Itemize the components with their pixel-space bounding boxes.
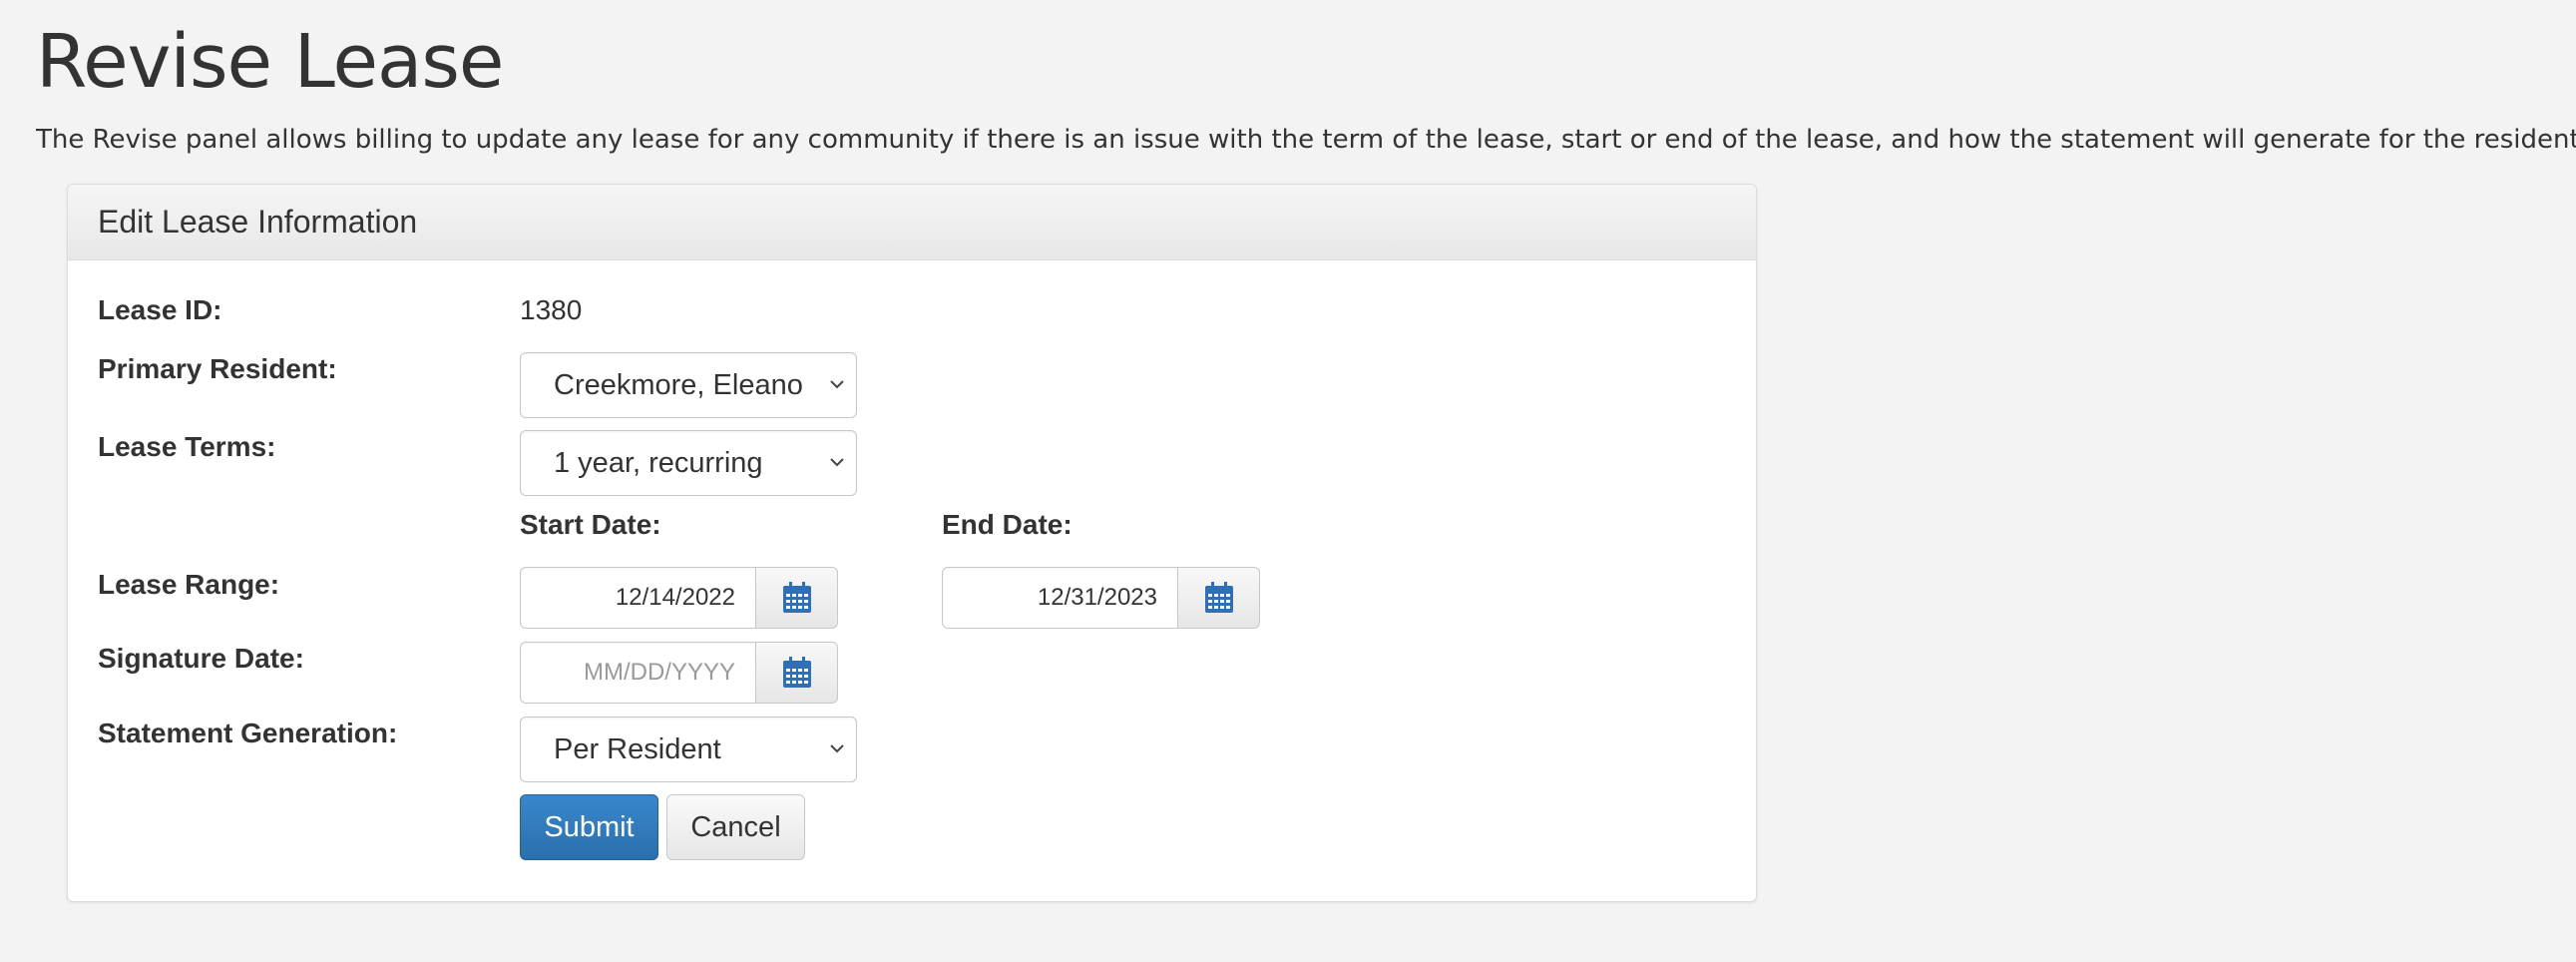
calendar-icon — [782, 582, 811, 613]
statement-generation-selected: Per Resident — [554, 732, 721, 765]
statement-generation-select[interactable]: Per Resident — [520, 717, 857, 782]
page-title: Revise Lease — [36, 19, 504, 105]
calendar-icon — [1204, 582, 1233, 613]
chevron-down-icon — [830, 744, 844, 753]
signature-date-input[interactable]: MM/DD/YYYY — [520, 642, 756, 704]
start-date-input[interactable]: 12/14/2022 — [520, 567, 756, 629]
end-date-calendar-button[interactable] — [1178, 567, 1260, 629]
lease-terms-select[interactable]: 1 year, recurring — [520, 430, 857, 496]
start-date-group: 12/14/2022 — [520, 567, 838, 629]
edit-lease-panel: Edit Lease Information Lease ID: 1380 Pr… — [67, 184, 1757, 902]
end-date-label: End Date: — [942, 509, 1073, 540]
cancel-button[interactable]: Cancel — [666, 794, 805, 860]
calendar-icon — [782, 657, 811, 688]
page: Revise Lease The Revise panel allows bil… — [0, 0, 2576, 962]
lease-terms-label: Lease Terms: — [98, 431, 276, 462]
start-date-calendar-button[interactable] — [756, 567, 838, 629]
lease-id-label: Lease ID: — [98, 294, 222, 325]
primary-resident-label: Primary Resident: — [98, 353, 337, 384]
chevron-down-icon — [830, 380, 844, 389]
panel-heading: Edit Lease Information — [68, 185, 1756, 260]
submit-button[interactable]: Submit — [520, 794, 658, 860]
primary-resident-selected: Creekmore, Eleanor — [554, 368, 803, 401]
end-date-group: 12/31/2023 — [942, 567, 1260, 629]
page-description: The Revise panel allows billing to updat… — [36, 125, 2576, 155]
primary-resident-select[interactable]: Creekmore, Eleanor — [520, 352, 857, 418]
statement-generation-label: Statement Generation: — [98, 718, 398, 748]
lease-id-value: 1380 — [520, 294, 583, 325]
start-date-label: Start Date: — [520, 509, 661, 540]
lease-range-label: Lease Range: — [98, 569, 280, 600]
lease-terms-selected: 1 year, recurring — [554, 446, 763, 479]
signature-date-label: Signature Date: — [98, 643, 304, 674]
signature-date-calendar-button[interactable] — [756, 642, 838, 704]
chevron-down-icon — [830, 458, 844, 467]
end-date-input[interactable]: 12/31/2023 — [942, 567, 1178, 629]
signature-date-group: MM/DD/YYYY — [520, 642, 838, 704]
